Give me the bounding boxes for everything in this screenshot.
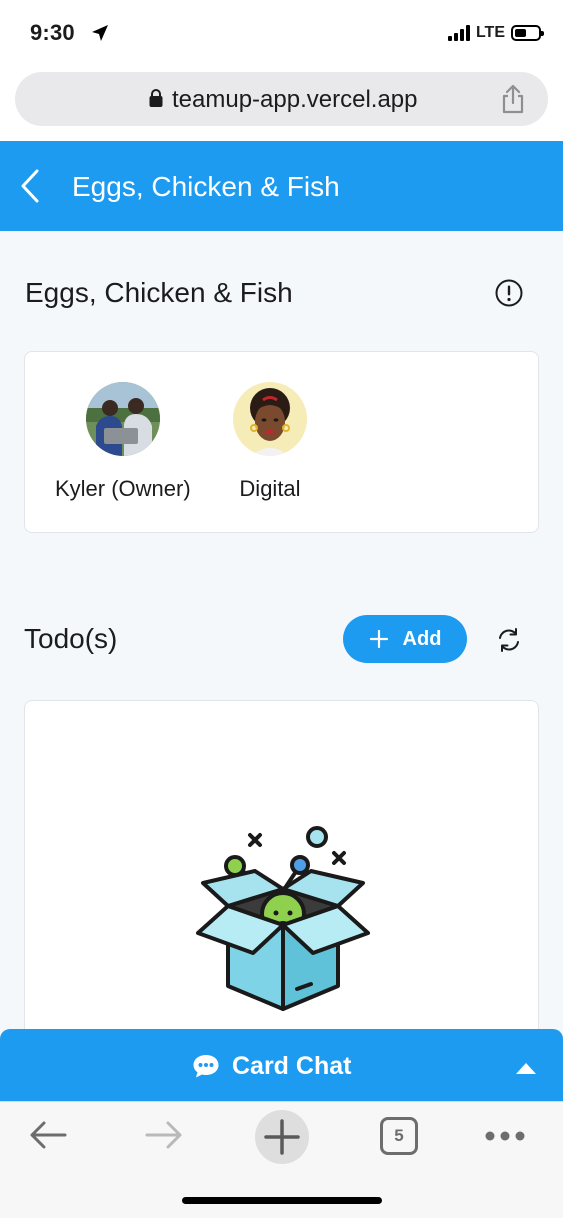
url-text: teamup-app.vercel.app bbox=[172, 86, 418, 113]
members-card: Kyler (Owner) Digital bbox=[24, 351, 539, 533]
add-todo-label: Add bbox=[402, 627, 442, 650]
new-tab-button[interactable] bbox=[255, 1110, 309, 1164]
forward-arrow-icon[interactable] bbox=[144, 1120, 184, 1150]
more-icon[interactable] bbox=[484, 1130, 526, 1142]
plus-icon bbox=[369, 629, 388, 649]
home-indicator bbox=[182, 1197, 382, 1204]
triangle-up-icon[interactable] bbox=[515, 1062, 537, 1075]
empty-box-icon bbox=[196, 826, 370, 1011]
tabs-icon[interactable]: 5 bbox=[380, 1117, 418, 1155]
main-content: Eggs, Chicken & Fish Kyler (Owner) Digit… bbox=[0, 231, 563, 1100]
location-arrow-icon bbox=[92, 25, 108, 41]
status-bar: 9:30 LTE bbox=[0, 0, 563, 68]
share-icon[interactable] bbox=[500, 84, 526, 114]
avatar bbox=[233, 382, 307, 456]
refresh-icon[interactable] bbox=[495, 626, 523, 654]
battery-icon bbox=[511, 25, 544, 41]
card-chat-bar[interactable]: Card Chat bbox=[0, 1029, 563, 1103]
member-kyler[interactable]: Kyler (Owner) bbox=[55, 382, 191, 502]
header-title: Eggs, Chicken & Fish bbox=[72, 171, 340, 202]
new-tab-plus-icon bbox=[264, 1119, 300, 1155]
card-chat-label: Card Chat bbox=[232, 1052, 352, 1080]
signal-icon bbox=[447, 25, 470, 41]
status-indicators: LTE bbox=[447, 24, 544, 42]
app-header: Eggs, Chicken & Fish bbox=[0, 141, 563, 231]
back-arrow-icon[interactable] bbox=[28, 1120, 68, 1150]
info-circle-icon[interactable] bbox=[494, 278, 524, 308]
avatar bbox=[85, 382, 160, 456]
member-illustration bbox=[233, 382, 307, 456]
chevron-left-icon[interactable] bbox=[18, 167, 44, 205]
network-label: LTE bbox=[475, 24, 505, 41]
lock-icon bbox=[149, 89, 163, 107]
chat-bubble-icon bbox=[193, 1055, 219, 1078]
member-name: Kyler (Owner) bbox=[55, 476, 191, 501]
address-bar[interactable]: teamup-app.vercel.app bbox=[15, 72, 548, 126]
member-digital[interactable]: Digital bbox=[233, 382, 307, 502]
status-time: 9:30 bbox=[30, 20, 75, 45]
member-photo bbox=[85, 382, 160, 456]
member-name: Digital bbox=[239, 476, 301, 501]
todo-title: Todo(s) bbox=[24, 623, 118, 654]
group-title: Eggs, Chicken & Fish bbox=[25, 277, 293, 308]
add-todo-button[interactable]: Add bbox=[343, 615, 467, 663]
